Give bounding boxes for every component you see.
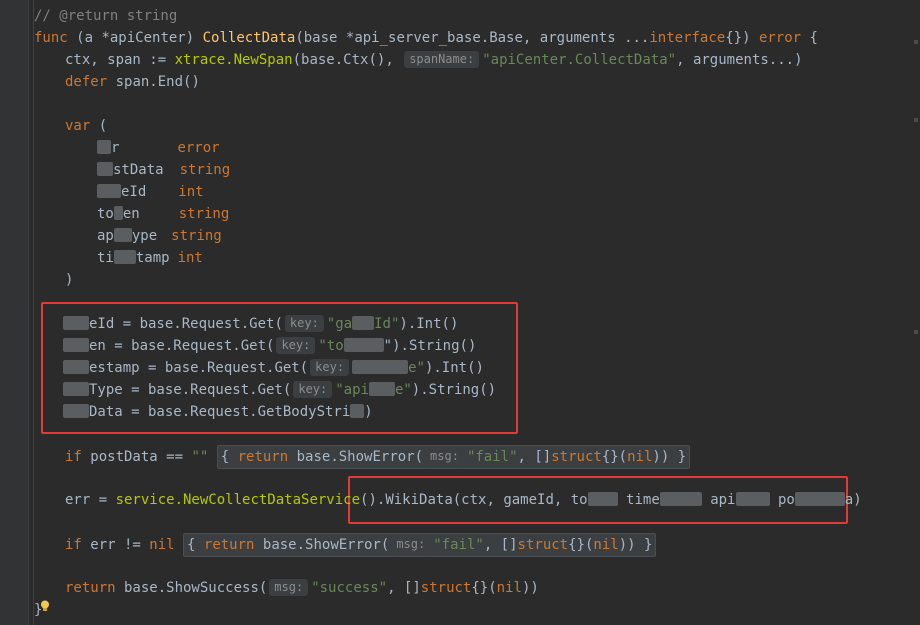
code-line-var-err: r error (97, 137, 220, 159)
code-line-new-span: ctx, span := xtrace.NewSpan(base.Ctx(), … (65, 51, 803, 68)
code-line-var-gameid: eId int (97, 181, 204, 203)
folded-block[interactable]: { return base.ShowError(msg: "fail", []st… (216, 445, 691, 469)
param-hint: msg: (391, 536, 431, 553)
code-line-get-timestamp: estamp = base.Request.Get(key: e").Int() (63, 357, 484, 379)
code-line-get-token: en = base.Request.Get(key: "to ").String() (63, 335, 476, 357)
code-line-get-postdata: Data = base.Request.GetBodyStri) (63, 401, 373, 423)
code-line-service-call: err = service.NewCollectDataService().Wi… (65, 492, 862, 508)
code-line-if-err: if err != nil { return base.ShowError(ms… (65, 533, 657, 557)
code-line-var-token: to en string (97, 206, 230, 222)
code-line-get-apitype: Type = base.Request.Get(key: "api e").Stri… (63, 379, 496, 401)
code-line-func-signature: func (a *apiCenter) CollectData(base *ap… (34, 30, 818, 46)
code-line-defer: defer span.End() (65, 74, 200, 90)
param-hint: key: (276, 337, 316, 354)
code-line-var-apitype: ap ype string (97, 228, 222, 244)
code-line-comment: // @return string (34, 8, 178, 24)
param-hint: key: (284, 315, 324, 332)
code-line-var-close: ) (65, 272, 74, 288)
code-line-var-timestamp: ti tamp int (97, 250, 203, 266)
scrollbar-marker[interactable] (914, 40, 918, 44)
lightbulb-icon[interactable] (40, 600, 50, 612)
param-hint: msg: (269, 579, 309, 596)
code-line-if-postdata: if postData == "" { return base.ShowErro… (65, 445, 691, 469)
code-line-return-success: return base.ShowSuccess(msg: "success", [… (65, 579, 539, 596)
code-line-var-open: var ( (65, 118, 108, 134)
scrollbar-marker[interactable] (914, 118, 918, 122)
param-hint: key: (293, 381, 333, 398)
param-hint: msg: (425, 448, 464, 465)
param-hint: spanName: (404, 51, 480, 68)
code-line-var-postdata: stData string (97, 159, 230, 181)
folded-block[interactable]: { return base.ShowError(msg: "fail", []st… (183, 533, 657, 557)
scrollbar-marker[interactable] (914, 330, 918, 334)
code-line-get-gameid: eId = base.Request.Get(key: "ga Id").Int() (63, 313, 458, 335)
param-hint: key: (310, 359, 350, 376)
code-editor[interactable]: // @return string func (a *apiCenter) Co… (0, 0, 920, 625)
